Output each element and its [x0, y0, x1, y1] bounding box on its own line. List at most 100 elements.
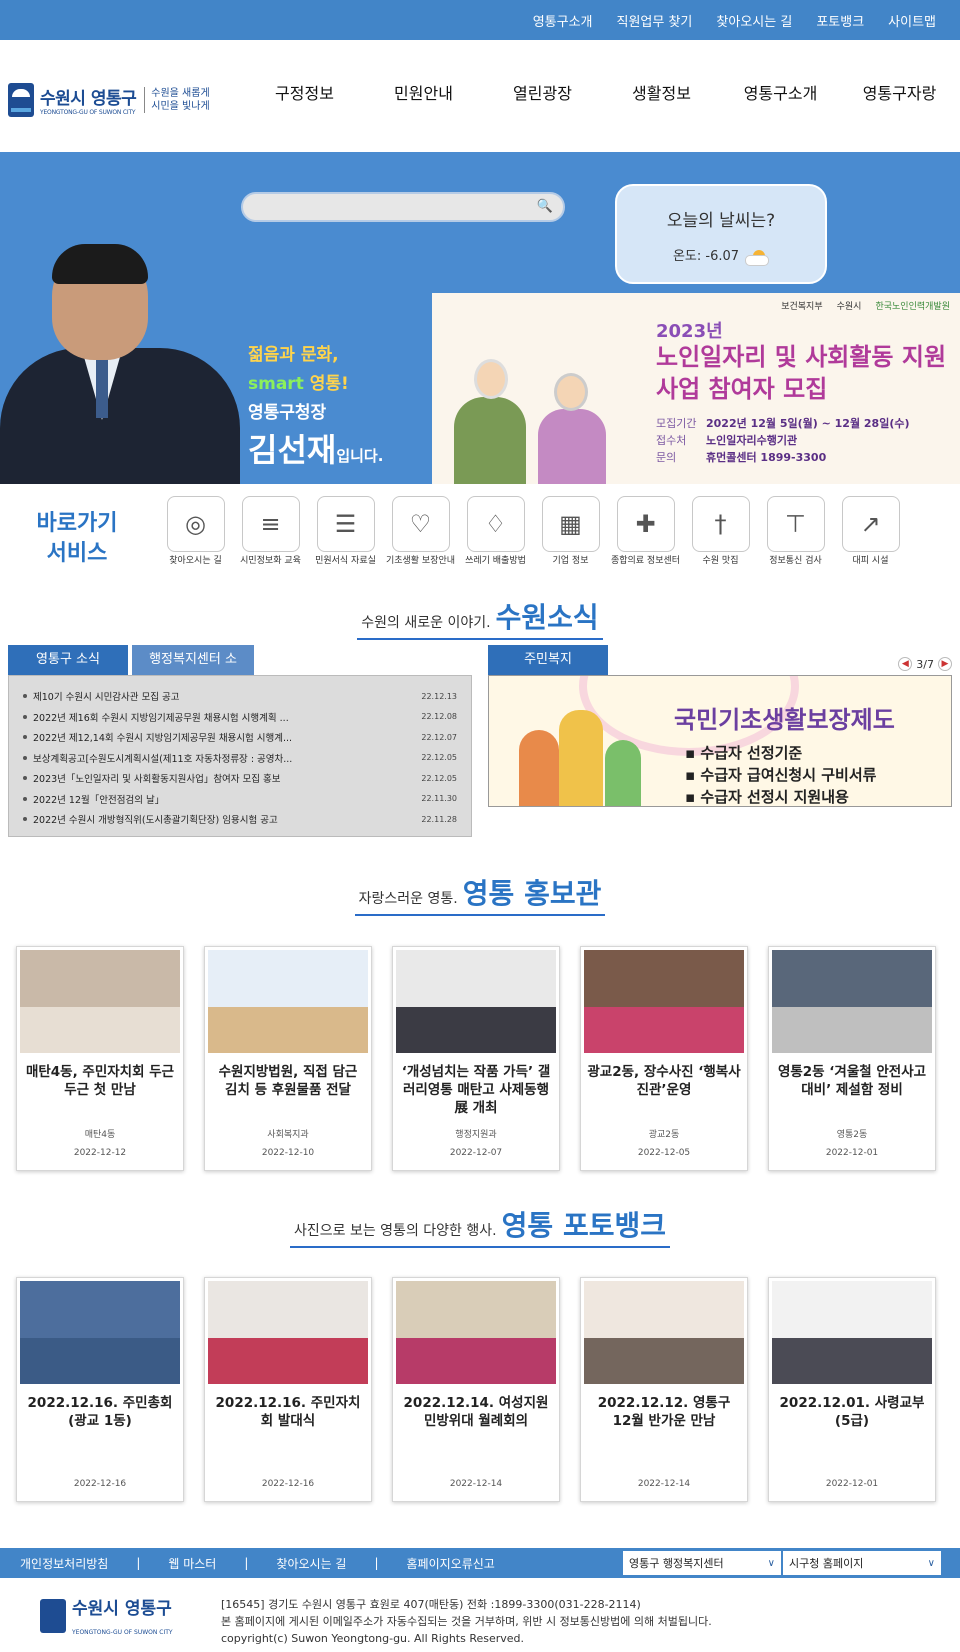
top-link-staff[interactable]: 직원업무 찾기	[617, 11, 693, 30]
quick-item[interactable]: ◎ 찾아오시는 길	[158, 496, 233, 567]
tab-yeongtong-news[interactable]: 영통구 소식	[8, 645, 128, 675]
city-select[interactable]: 시구청 홈페이지 ∨	[782, 1550, 942, 1576]
card-date: 2022-12-12	[73, 1148, 127, 1158]
logo-sub: YEONGTONG-GU OF SUWON CITY	[40, 109, 136, 116]
photo-cards: 2022.12.16. 주민총회 (광교 1동) 2022-12-16 2022.1…	[16, 1277, 936, 1502]
quick-item[interactable]: ≡ 시민정보화 교육	[233, 496, 308, 567]
news-row[interactable]: 2022년 제12,14회 수원시 지방임기제공무원 채용시험 시행계... 22…	[23, 727, 457, 748]
footer-link-error-report[interactable]: 홈페이지오류신고	[407, 1555, 495, 1572]
card-photo	[208, 950, 368, 1053]
building-icon: ▦	[541, 496, 600, 552]
family-illustration	[519, 700, 649, 806]
quick-item[interactable]: ♢ 쓰레기 배출방법	[458, 496, 533, 567]
news-row[interactable]: 보상계획공고[수원도시계획시설(제11호 자동차정류장 : 공영차... 22.1…	[23, 748, 457, 769]
partly-cloudy-icon	[745, 249, 770, 266]
chevron-down-icon: ∨	[927, 1558, 935, 1569]
promo-card[interactable]: 매탄4동, 주민자치회 두근두근 첫 만남 매탄4동 2022-12-12	[16, 946, 184, 1171]
quick-item-label: 정보통신 검사	[769, 556, 822, 566]
top-link-photobank[interactable]: 포토뱅크	[816, 11, 864, 30]
top-link-intro[interactable]: 영통구소개	[533, 11, 593, 30]
news-row[interactable]: 2023년「노인일자리 및 사회활동지원사업」참여자 모집 홍보 22.12.05	[23, 768, 457, 789]
quick-item[interactable]: † 수원 맛집	[683, 496, 758, 567]
news-date: 22.11.30	[421, 794, 457, 804]
next-icon[interactable]: ▶	[938, 657, 952, 671]
quick-item[interactable]: ♡ 기초생활 보장안내	[383, 496, 458, 567]
card-photo	[396, 1281, 556, 1384]
search-input[interactable]: 🔍	[241, 192, 565, 222]
footer-logo: 수원시 영통구 YEONGTONG-GU OF SUWON CITY	[40, 1594, 173, 1638]
news-section-title: 수원의 새로운 이야기. 수원소식	[0, 596, 960, 640]
footer-link-directions[interactable]: 찾아오시는 길	[276, 1555, 346, 1572]
news-row[interactable]: 2022년 수원시 개방형직위(도시총괄기획단장) 임용시험 공고 22.11.2…	[23, 809, 457, 830]
top-link-sitemap[interactable]: 사이트맵	[888, 11, 936, 30]
quick-item[interactable]: ▦ 기업 정보	[533, 496, 608, 567]
card-title: 영통2동 ‘겨울철 안전사고 대비’ 제설함 정비	[777, 1064, 927, 1098]
photo-card[interactable]: 2022.12.16. 주민자치회 발대식 2022-12-16	[204, 1277, 372, 1502]
quick-item[interactable]: ✚ 종합의료 정보센터	[608, 496, 683, 567]
search-icon[interactable]: 🔍	[537, 199, 553, 214]
news-date: 22.12.13	[421, 691, 457, 701]
card-department: 행정지원과	[455, 1130, 497, 1140]
nav-item-pride[interactable]: 영통구자랑	[840, 80, 959, 104]
card-date: 2022-12-10	[261, 1148, 315, 1158]
quick-item-label: 찾아오시는 길	[169, 556, 222, 566]
mayor-greeting[interactable]: 젊음과 문화, smart 영통! 영통구청장 김선재입니다.	[248, 340, 383, 471]
promo-card[interactable]: 영통2동 ‘겨울철 안전사고 대비’ 제설함 정비 영통2동 2022-12-01	[768, 946, 936, 1171]
tab-welfare[interactable]: 주민복지	[488, 645, 608, 675]
site-logo[interactable]: 수원시 영통구 YEONGTONG-GU OF SUWON CITY 수원을 새…	[8, 78, 240, 122]
antenna-icon: ⊤	[766, 496, 825, 552]
banner-info: 모집기간 2022년 12월 5일(월) ~ 12월 28일(수) 접수처 노인일자…	[656, 417, 910, 464]
card-photo	[584, 1281, 744, 1384]
nav-item-life[interactable]: 생활정보	[602, 80, 721, 104]
nav-item-info[interactable]: 구정정보	[245, 80, 364, 104]
news-row[interactable]: 제10기 수원시 시민감사관 모집 공고 22.12.13	[23, 686, 457, 707]
greeting-line2: smart 영통!	[248, 374, 349, 394]
promo-card[interactable]: 광교2동, 장수사진 ‘행복사진관’운영 광교2동 2022-12-05	[580, 946, 748, 1171]
photo-card[interactable]: 2022.12.12. 영통구 12월 반가운 만남 2022-12-14	[580, 1277, 748, 1502]
nav-item-civil[interactable]: 민원안내	[364, 80, 483, 104]
footer-link-privacy[interactable]: 개인정보처리방침	[20, 1555, 108, 1572]
footer: 수원시 영통구 YEONGTONG-GU OF SUWON CITY [16545…	[0, 1578, 960, 1652]
news-row[interactable]: 2022년 제16회 수원시 지방임기제공무원 채용시험 시행계획 ... 22.…	[23, 707, 457, 728]
promo-banner[interactable]: 보건복지부 수원시 한국노인인력개발원 2023년 노인일자리 및 사회활동 지원사…	[432, 293, 960, 484]
card-title: 2022.12.16. 주민총회 (광교 1동)	[27, 1395, 173, 1429]
photo-card[interactable]: 2022.12.14. 여성지원 민방위대 월례회의 2022-12-14	[392, 1277, 560, 1502]
photo-card[interactable]: 2022.12.16. 주민총회 (광교 1동) 2022-12-16	[16, 1277, 184, 1502]
card-photo	[396, 950, 556, 1053]
center-select[interactable]: 영통구 행정복지센터 ∨	[622, 1550, 782, 1576]
welfare-pager: ◀ 3/7 ▶	[898, 657, 952, 671]
photo-card[interactable]: 2022.12.01. 사령교부 (5급) 2022-12-01	[768, 1277, 936, 1502]
card-photo	[772, 1281, 932, 1384]
greeting-line1: 젊음과 문화,	[248, 345, 339, 365]
header: 수원시 영통구 YEONGTONG-GU OF SUWON CITY 수원을 새…	[0, 40, 960, 152]
card-photo	[208, 1281, 368, 1384]
heart-icon: ♡	[391, 496, 450, 552]
quick-item-label: 민원서식 자료실	[315, 556, 376, 566]
quick-item[interactable]: ☰ 민원서식 자료실	[308, 496, 383, 567]
card-department: 사회복지과	[267, 1130, 309, 1140]
promo-card[interactable]: 수원지방법원, 직접 담근 김치 등 후원물품 전달 사회복지과 2022-12-1…	[204, 946, 372, 1171]
greeting-name: 김선재입니다.	[248, 431, 384, 469]
nav-item-open[interactable]: 열린광장	[483, 80, 602, 104]
quick-item-label: 기초생활 보장안내	[385, 556, 456, 566]
city-emblem-icon	[40, 1599, 66, 1633]
news-title: 2022년 제12,14회 수원시 지방임기제공무원 채용시험 시행계...	[23, 730, 417, 744]
tab-center-news[interactable]: 행정복지센터 소식	[132, 645, 254, 697]
welfare-panel: 주민복지 ◀ 3/7 ▶ 국민기초생활보장제도 ▪ 수급자 선정기준 ▪ 수급자…	[488, 645, 952, 837]
evacuation-icon: ↗	[841, 496, 900, 552]
welfare-item: ▪ 수급자 급여신청시 구비서류	[685, 766, 877, 784]
welfare-banner[interactable]: 국민기초생활보장제도 ▪ 수급자 선정기준 ▪ 수급자 급여신청시 구비서류 ▪…	[488, 675, 952, 807]
card-title: 매탄4동, 주민자치회 두근두근 첫 만남	[25, 1064, 175, 1098]
promo-cards: 매탄4동, 주민자치회 두근두근 첫 만남 매탄4동 2022-12-12 수원지방법…	[16, 946, 936, 1171]
top-link-directions[interactable]: 찾아오시는 길	[716, 11, 792, 30]
banner-title: 노인일자리 및 사회활동 지원사업 참여자 모집	[656, 343, 947, 403]
footer-link-webmaster[interactable]: 웹 마스터	[168, 1555, 216, 1572]
prev-icon[interactable]: ◀	[898, 657, 913, 671]
card-title: 2022.12.01. 사령교부 (5급)	[779, 1395, 925, 1429]
quick-item[interactable]: ↗ 대피 시설	[833, 496, 908, 567]
nav-item-intro[interactable]: 영통구소개	[721, 80, 840, 104]
news-row[interactable]: 2022년 12월「안전점검의 날」 22.11.30	[23, 789, 457, 810]
welfare-page-count: 3/7	[916, 657, 934, 671]
promo-card[interactable]: ‘개성넘치는 작품 가득’ 갤러리영통 매탄고 사제동행展 개최 행정지원과 202…	[392, 946, 560, 1171]
quick-item[interactable]: ⊤ 정보통신 검사	[758, 496, 833, 567]
